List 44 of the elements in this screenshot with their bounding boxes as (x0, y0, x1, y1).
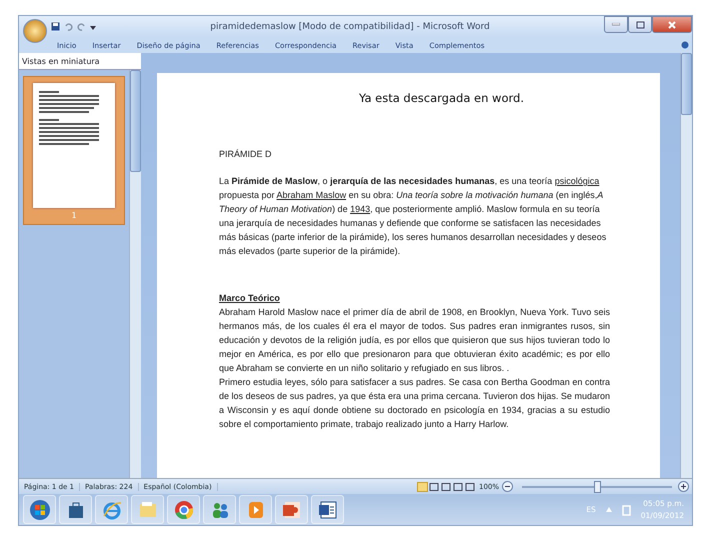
browser-e-icon (102, 500, 122, 520)
taskbar-button[interactable] (23, 495, 56, 524)
scrollbar[interactable] (129, 70, 141, 478)
zoom-out-button[interactable] (502, 481, 513, 492)
save-icon[interactable] (51, 22, 60, 31)
minus-icon (505, 486, 510, 487)
taskbar-button[interactable] (59, 495, 92, 524)
undo-icon[interactable] (64, 22, 73, 31)
taskbar-button[interactable] (95, 495, 128, 524)
windows-logo-icon (28, 498, 50, 520)
minimize-icon (612, 23, 620, 26)
link[interactable]: psicológica (554, 176, 600, 186)
zoom-in-button[interactable] (678, 481, 689, 492)
view-buttons-icon[interactable] (416, 482, 475, 492)
taskbar-button[interactable] (275, 495, 308, 524)
slider-thumb[interactable] (594, 480, 601, 492)
taskbar-button[interactable] (203, 495, 236, 524)
window-title: piramidedemaslow [Modo de compatibilidad] - Microsoft Word (209, 22, 491, 32)
caption-text: Ya esta descargada en word. (359, 91, 524, 105)
paragraph: Primero estudia leyes, sólo para satisfacer a sus padres. Se casa con Bertha Goodman en contra de los deseos de sus padres, ya que ésta era una prima cercana. Tuvieron dos hijas. Se mudaron a Wisconsin y es aquí donde obtiene su doctorado en psicología en 1934, gracias a su estudio sobre el comportamiento primate, trabajo realizado junto a Harry Harlow. (219, 376, 610, 431)
restore-icon (636, 20, 644, 28)
close-icon (668, 20, 676, 28)
shopping-bag-icon (66, 500, 84, 518)
restore-button[interactable] (628, 16, 652, 33)
page-number: 1 (71, 211, 77, 220)
play-icon (248, 500, 264, 518)
pane-title: Vistas en miniatura (19, 53, 141, 70)
plus-icon (681, 484, 686, 489)
folder-icon (138, 500, 158, 518)
word-document-icon (318, 500, 338, 518)
link[interactable]: 1943 (350, 204, 370, 214)
scrollbar[interactable] (680, 53, 692, 478)
section-heading: Marco Teórico (219, 292, 280, 305)
taskbar-button[interactable] (167, 495, 200, 524)
redo-icon[interactable] (77, 22, 86, 31)
slides-document-icon (282, 500, 302, 518)
taskbar-button[interactable] (311, 495, 344, 524)
paragraph: La Pirámide de Maslow, o jerarquía de las necesidades humanas, es una teoría psicológica propuesta por Abraham Maslow en su obra: Una teoría sobre la motivación humana (en inglés,A Theory of Human Motivation) de 1943, que posteriormente amplió. Maslow formula en su teoría una jerarquía de necesidades humanas y defiende que conforme se satisfacen las necesidades más básicas (parte inferior de la pirámide), los seres humanos desarrollan necesidades y deseos más elevados (parte superior de la pirámide). (219, 175, 608, 258)
link[interactable]: Abraham Maslow (276, 190, 346, 200)
circle-logo-icon (174, 500, 194, 520)
document-heading: PIRÁMIDE D (219, 148, 273, 161)
paragraph: Abraham Harold Maslow nace el primer día de abril de 1908, en Brooklyn, Nueva York. Tuvo seis hermanos más, de los cuales él era el mayor de todos. Sus padres eran inmigrantes rusos, sin educación y devotos de la religión judía, es por ellos que quisieron que sus hijos tuvieran todo lo mejor en América, es por ello que presionaron para que obtuvieran éxito académic; es por ello que Abraham se convierte en un niño solitario y refugiado en sus libros. . (219, 306, 610, 375)
close-button[interactable] (652, 16, 692, 33)
help-icon[interactable] (681, 41, 689, 49)
